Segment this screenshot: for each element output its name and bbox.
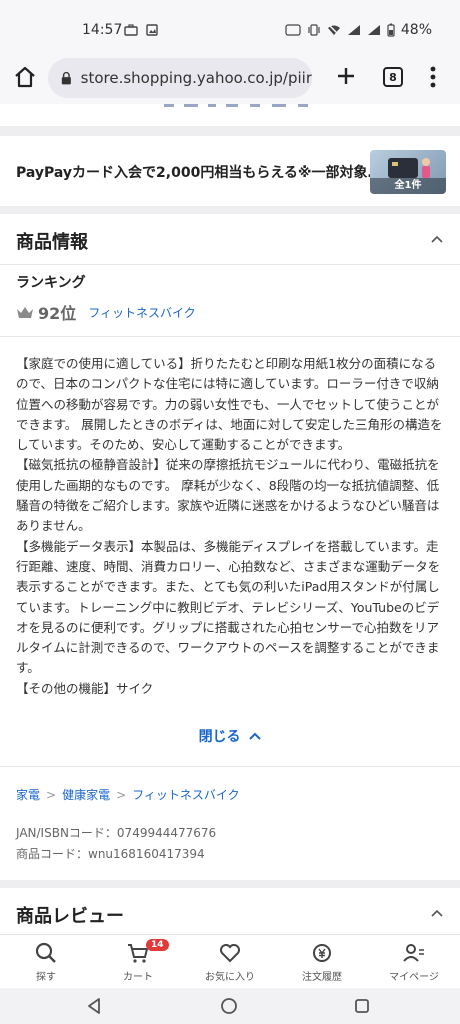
status-notification-icons: [124, 24, 158, 36]
status-time: 14:57: [82, 22, 123, 38]
nav-cart-label: カート: [123, 972, 153, 983]
image-icon: [146, 24, 158, 36]
status-bar: 14:57 48%: [0, 0, 460, 60]
product-info-header[interactable]: 商品情報: [0, 214, 460, 264]
breadcrumb-link-appliances[interactable]: 家電: [16, 786, 40, 803]
briefcase-icon: [124, 24, 138, 36]
collapse-description-button[interactable]: 閉じる: [0, 726, 460, 746]
section-divider: [0, 880, 460, 888]
chevron-up-icon[interactable]: [430, 232, 444, 246]
paypay-card-promo[interactable]: PayPayカード入会で2,000円相当もらえる※一部対象… 全1件: [0, 142, 460, 204]
promo-count-badge: 全1件: [370, 178, 446, 194]
nav-mypage[interactable]: マイページ: [368, 935, 460, 988]
ranking-category-link[interactable]: フィットネスバイク: [88, 304, 196, 321]
lock-icon: [61, 71, 71, 85]
product-description: 【家庭での使用に適している】折りたたむと印刷な用紙1枚分の面積になるので、日本の…: [16, 354, 448, 699]
battery-percentage: 48%: [400, 22, 432, 38]
description-paragraph: 【磁気抵抗の極静音設計】従来の摩擦抵抗モジュールに代わり、電磁抵抗を使用した画期…: [16, 457, 440, 534]
close-divider: [0, 766, 460, 767]
breadcrumb: 家電 > 健康家電 > フィットネスバイク: [16, 786, 240, 803]
status-system-icons: 48%: [285, 22, 432, 38]
new-tab-icon[interactable]: [334, 64, 358, 88]
jan-code: JAN/ISBNコード：0749944477676: [16, 826, 217, 840]
search-icon: [35, 942, 56, 963]
rank-value: 92位: [38, 304, 77, 323]
description-paragraph: 【多機能データ表示】本製品は、多機能ディスプレイを搭載しています。走行距離、速度…: [16, 538, 441, 676]
signal-icon: [367, 25, 380, 35]
chevron-right-icon: >: [116, 787, 127, 802]
nav-orders-label: 注文履歴: [302, 972, 342, 983]
chevron-right-icon: >: [46, 787, 57, 802]
wifi-off-icon: [327, 24, 340, 36]
nav-mypage-label: マイページ: [389, 972, 439, 983]
reviews-header[interactable]: 商品レビュー: [0, 888, 460, 938]
ranking-label: ランキング: [16, 275, 86, 291]
nav-favorites[interactable]: お気に入り: [184, 935, 276, 988]
product-code: 商品コード：wnu168160417394: [16, 847, 205, 861]
description-paragraph: 【家庭での使用に適している】折りたたむと印刷な用紙1枚分の面積になるので、日本の…: [16, 356, 443, 453]
order-history-icon: [313, 944, 331, 962]
url-text: store.shopping.yahoo.co.jp/piir: [80, 69, 312, 87]
breadcrumb-link-health-appliances[interactable]: 健康家電: [62, 786, 110, 803]
system-navigation-bar: [0, 988, 460, 1024]
crown-icon: [17, 307, 33, 318]
chevron-up-icon: [249, 732, 262, 740]
promo-thumbnail[interactable]: 全1件: [370, 150, 446, 194]
vibrate-icon: [308, 24, 320, 36]
address-bar[interactable]: store.shopping.yahoo.co.jp/piir: [48, 58, 312, 98]
home-icon[interactable]: [12, 64, 38, 90]
nav-orders[interactable]: 注文履歴: [276, 935, 368, 988]
scrolled-content-peek: [0, 104, 460, 124]
product-info-title: 商品情報: [16, 232, 88, 253]
chevron-up-icon[interactable]: [430, 906, 444, 920]
user-icon: [403, 944, 424, 962]
heart-icon: [220, 944, 240, 963]
nfc-icon: [285, 24, 301, 36]
nav-search-label: 探す: [36, 972, 56, 983]
reviews-title: 商品レビュー: [16, 906, 124, 927]
promo-text: PayPayカード入会で2,000円相当もらえる※一部対象…: [16, 165, 382, 181]
nav-favorites-label: お気に入り: [205, 972, 255, 983]
close-label: 閉じる: [198, 729, 241, 745]
clipped-text-fragment: [164, 104, 308, 107]
cart-count-badge: 14: [146, 939, 169, 951]
nav-cart[interactable]: 14 カート: [92, 935, 184, 988]
header-underline: [0, 264, 460, 265]
battery-icon: [387, 23, 395, 37]
nav-search[interactable]: 探す: [0, 935, 92, 988]
section-divider: [0, 126, 460, 136]
recents-icon[interactable]: [354, 998, 370, 1014]
home-circle-icon[interactable]: [220, 997, 238, 1015]
back-icon[interactable]: [86, 997, 102, 1015]
ranking-row: 92位 フィットネスバイク: [16, 300, 196, 324]
signal-4g-icon: [347, 25, 360, 35]
section-divider: [0, 206, 460, 214]
bottom-navigation: 探す 14 カート お気に入り 注文履歴 マイページ: [0, 934, 460, 988]
more-menu-icon[interactable]: [424, 64, 442, 90]
ranking-divider: [0, 336, 460, 337]
browser-toolbar: store.shopping.yahoo.co.jp/piir 8: [0, 52, 460, 104]
tab-switcher-button[interactable]: 8: [383, 67, 403, 87]
breadcrumb-link-fitness-bike[interactable]: フィットネスバイク: [132, 786, 240, 803]
description-paragraph: 【その他の機能】サイク: [16, 680, 154, 696]
